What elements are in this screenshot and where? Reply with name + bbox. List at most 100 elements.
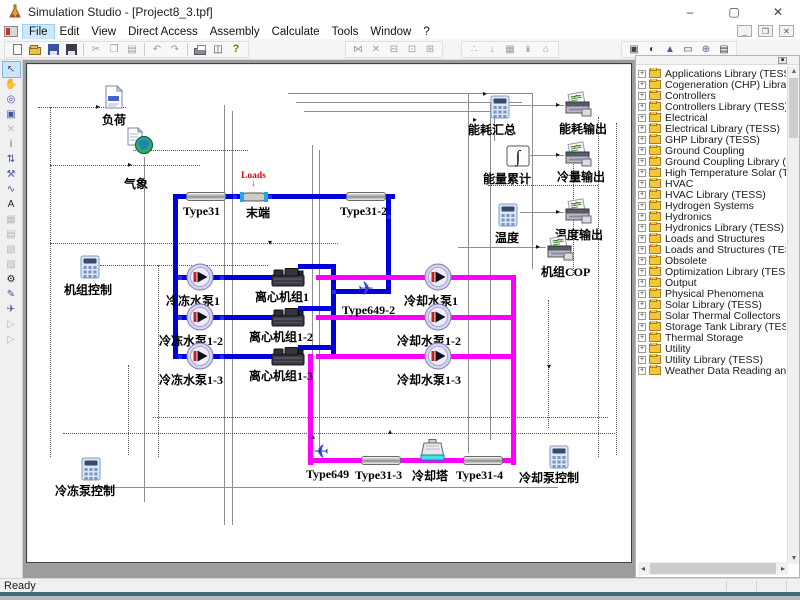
- mdi-close-button[interactable]: ✕: [779, 25, 794, 37]
- expand-icon[interactable]: +: [638, 246, 646, 254]
- component-temperature-output[interactable]: [564, 198, 592, 229]
- expand-icon[interactable]: +: [638, 268, 646, 276]
- pan-tool[interactable]: ✋: [3, 77, 20, 92]
- tree-item-optimization-library-tess-[interactable]: +Optimization Library (TESS): [638, 266, 786, 277]
- component-energy-output[interactable]: [564, 91, 592, 122]
- expand-icon[interactable]: +: [638, 202, 646, 210]
- help-icon[interactable]: ?: [228, 42, 244, 57]
- menu-item-help[interactable]: ?: [417, 25, 435, 39]
- redo-icon[interactable]: ↷: [167, 42, 183, 57]
- tree-item-hvac[interactable]: +HVAC: [638, 178, 786, 189]
- layout-tool-1[interactable]: ▦: [3, 212, 20, 227]
- expand-icon[interactable]: +: [638, 224, 646, 232]
- arrange-icon[interactable]: ⊞: [422, 42, 438, 57]
- close-button[interactable]: ✕: [756, 0, 800, 24]
- expand-icon[interactable]: +: [638, 92, 646, 100]
- home-icon[interactable]: ⌂: [538, 42, 554, 57]
- move-down-icon[interactable]: ↓: [484, 42, 500, 57]
- expand-icon[interactable]: +: [638, 323, 646, 331]
- expand-icon[interactable]: +: [638, 301, 646, 309]
- layout-tool-2[interactable]: ▤: [3, 227, 20, 242]
- expand-icon[interactable]: +: [638, 114, 646, 122]
- paste-icon[interactable]: ▤: [124, 42, 140, 57]
- tree-item-ground-coupling-library-tess-[interactable]: +Ground Coupling Library (TESS): [638, 156, 786, 167]
- tree-item-physical-phenomena[interactable]: +Physical Phenomena: [638, 288, 786, 299]
- play-tool-2[interactable]: ▷: [3, 332, 20, 347]
- menu-item-assembly[interactable]: Assembly: [204, 25, 266, 39]
- layout-tool-3[interactable]: ▧: [3, 242, 20, 257]
- tree-item-electrical-library-tess-[interactable]: +Electrical Library (TESS): [638, 123, 786, 134]
- component-type31-4[interactable]: [463, 456, 503, 465]
- expand-icon[interactable]: +: [638, 290, 646, 298]
- tree-item-high-temperature-solar-tess-[interactable]: +High Temperature Solar (TESS): [638, 167, 786, 178]
- settings-tool[interactable]: ⚙: [3, 272, 20, 287]
- tree-item-utility-library-tess-[interactable]: +Utility Library (TESS): [638, 354, 786, 365]
- tree-item-controllers-library-tess-[interactable]: +Controllers Library (TESS): [638, 101, 786, 112]
- tile-vertical-icon[interactable]: ⊡: [404, 42, 420, 57]
- expand-icon[interactable]: +: [638, 279, 646, 287]
- expand-icon[interactable]: +: [638, 257, 646, 265]
- expand-icon[interactable]: +: [638, 70, 646, 78]
- info-tool[interactable]: i: [3, 137, 20, 152]
- document-icon[interactable]: [4, 26, 18, 37]
- expand-icon[interactable]: +: [638, 147, 646, 155]
- save-all-icon[interactable]: [63, 42, 79, 57]
- scroll-thumb-horizontal[interactable]: [650, 563, 776, 574]
- menu-item-file[interactable]: File: [23, 25, 54, 39]
- save-icon[interactable]: [45, 42, 61, 57]
- tree-item-weather-data-reading-and-process[interactable]: +Weather Data Reading and Process: [638, 365, 786, 376]
- cascade-icon[interactable]: ⋈: [350, 42, 366, 57]
- tree-item-hydrogen-systems[interactable]: +Hydrogen Systems: [638, 200, 786, 211]
- delete-tool[interactable]: ✕: [3, 122, 20, 137]
- panel-close-icon[interactable]: ■: [778, 57, 787, 64]
- expand-icon[interactable]: +: [638, 345, 646, 353]
- tree-item-output[interactable]: +Output: [638, 277, 786, 288]
- assembly-canvas[interactable]: ▸▸▸▸▸▸▸▸▸▾▴▾▸▴负荷气象Type31末端Type31-2机组控制冷冻…: [28, 65, 630, 561]
- tree-item-solar-library-tess-[interactable]: +Solar Library (TESS): [638, 299, 786, 310]
- tree-item-cogeneration-chp-library-tess-[interactable]: +Cogeneration (CHP) Library (TESS): [638, 79, 786, 90]
- component-temperature[interactable]: [498, 203, 518, 232]
- expand-icon[interactable]: +: [638, 103, 646, 111]
- tree-item-loads-and-structures[interactable]: +Loads and Structures: [638, 233, 786, 244]
- copy-icon[interactable]: ❐: [106, 42, 122, 57]
- align-icon[interactable]: ∴: [466, 42, 482, 57]
- zoom-extents-tool[interactable]: ▣: [3, 107, 20, 122]
- print-icon[interactable]: [192, 42, 208, 57]
- tree-item-electrical[interactable]: +Electrical: [638, 112, 786, 123]
- expand-icon[interactable]: +: [638, 158, 646, 166]
- text-tool[interactable]: A: [3, 197, 20, 212]
- expand-icon[interactable]: +: [638, 136, 646, 144]
- new-icon[interactable]: [9, 42, 25, 57]
- move-up-icon[interactable]: ↡: [520, 42, 536, 57]
- scroll-thumb[interactable]: [789, 78, 798, 138]
- expand-icon[interactable]: +: [638, 312, 646, 320]
- menu-item-direct-access[interactable]: Direct Access: [122, 25, 204, 39]
- tree-item-thermal-storage[interactable]: +Thermal Storage: [638, 332, 786, 343]
- menu-item-window[interactable]: Window: [364, 25, 417, 39]
- tree-item-ground-coupling[interactable]: +Ground Coupling: [638, 145, 786, 156]
- draw-tool[interactable]: ✎: [3, 287, 20, 302]
- component-type31[interactable]: [186, 192, 226, 201]
- tree-horizontal-scrollbar[interactable]: ◂ ▸: [638, 562, 788, 575]
- select-tool[interactable]: ↖: [3, 62, 20, 77]
- menu-item-edit[interactable]: Edit: [54, 25, 86, 39]
- expand-icon[interactable]: +: [638, 235, 646, 243]
- tree-item-solar-thermal-collectors[interactable]: +Solar Thermal Collectors: [638, 310, 786, 321]
- cut-icon[interactable]: ✂: [88, 42, 104, 57]
- expand-icon[interactable]: +: [638, 125, 646, 133]
- expand-icon[interactable]: +: [638, 169, 646, 177]
- tree-item-controllers[interactable]: +Controllers: [638, 90, 786, 101]
- open-icon[interactable]: [27, 42, 43, 57]
- tree-item-applications-library-tess-[interactable]: +Applications Library (TESS): [638, 68, 786, 79]
- undo-icon[interactable]: ↶: [149, 42, 165, 57]
- tree-vertical-scrollbar[interactable]: ▲ ▼: [787, 66, 799, 564]
- mdi-restore-button[interactable]: ❐: [758, 25, 773, 37]
- expand-icon[interactable]: +: [638, 334, 646, 342]
- scroll-down-icon[interactable]: ▼: [788, 553, 800, 564]
- component-unit-cop[interactable]: [546, 235, 574, 266]
- component-weather[interactable]: [126, 127, 154, 160]
- parameter-tool[interactable]: ⚒: [3, 167, 20, 182]
- tree-item-hvac-library-tess-[interactable]: +HVAC Library (TESS): [638, 189, 786, 200]
- expand-icon[interactable]: +: [638, 81, 646, 89]
- tree-item-utility[interactable]: +Utility: [638, 343, 786, 354]
